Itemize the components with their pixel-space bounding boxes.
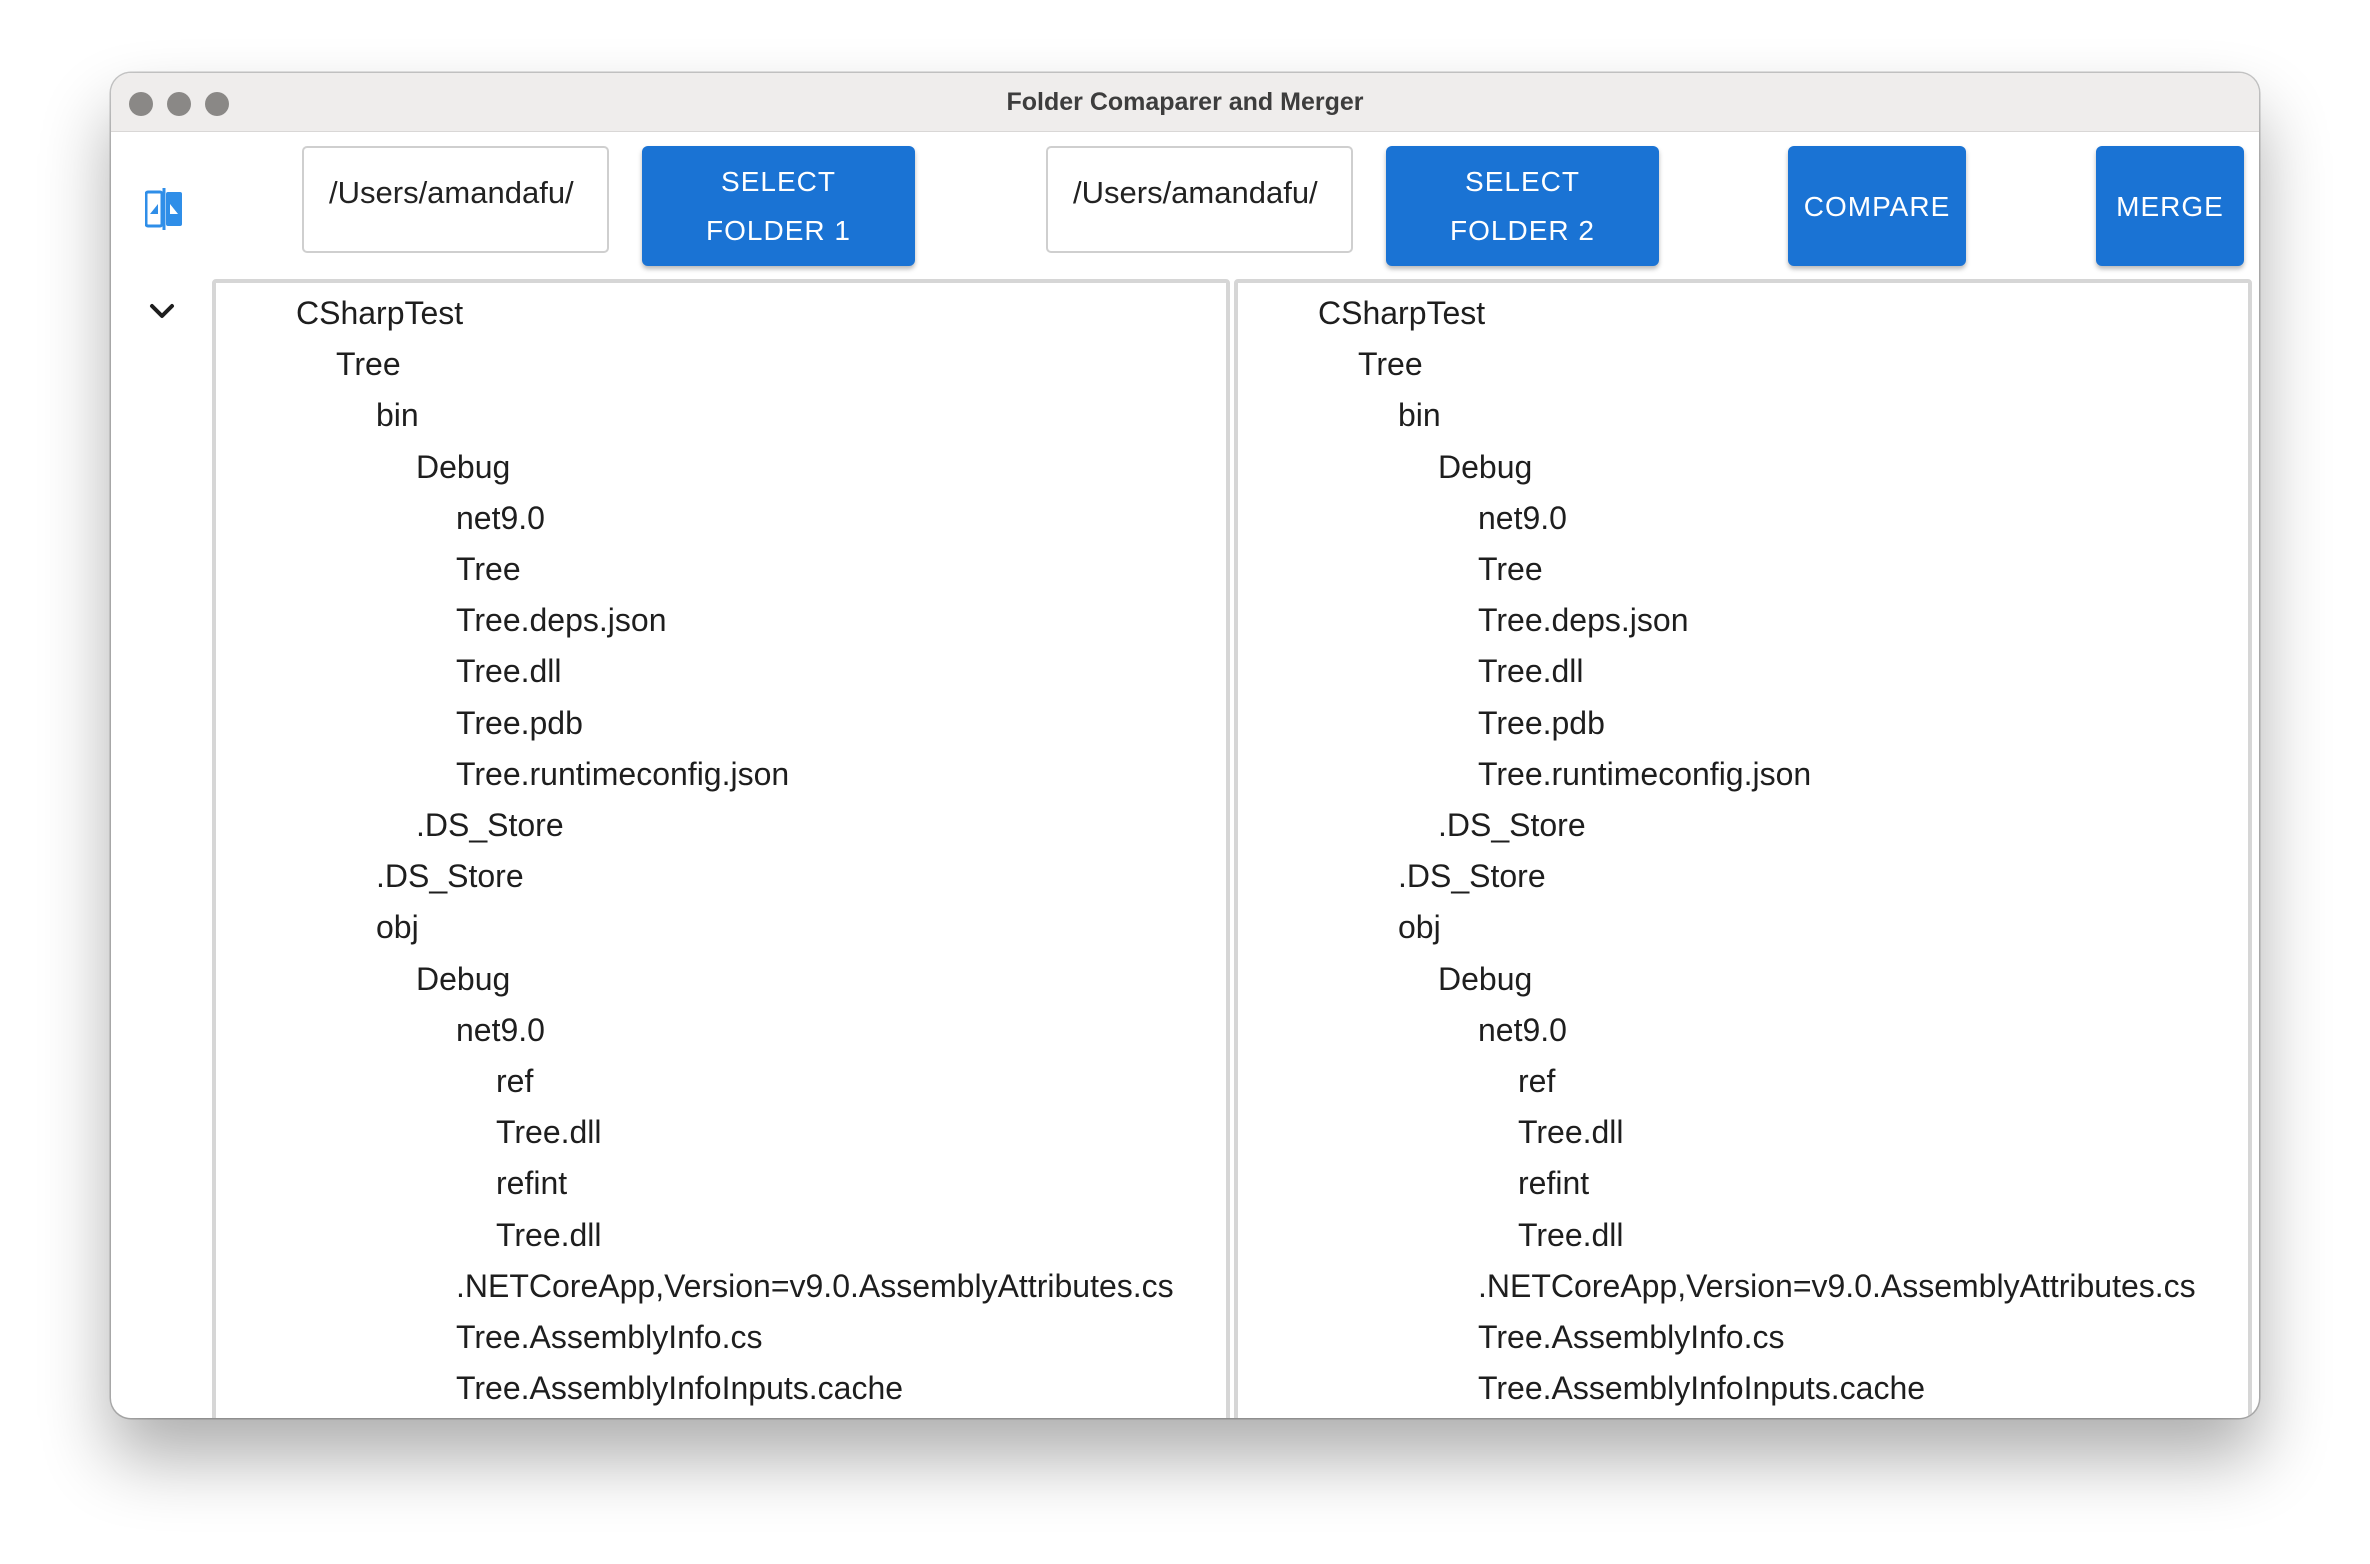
tree-node[interactable]: .DS_Store — [1398, 851, 1546, 902]
tree-node[interactable]: Tree.pdb — [456, 698, 583, 749]
compare-button[interactable]: COMPARE — [1788, 146, 1966, 266]
left-folder-tree-pane[interactable]: CSharpTest Tree bin Debug net9.0 Tree Tree.dep… — [212, 279, 1230, 1418]
select-folder1-label-line1: SELECT — [721, 166, 836, 197]
tree-node[interactable]: Tree.AssemblyInfoInputs.cache — [456, 1363, 903, 1414]
select-folder2-button[interactable]: SELECT FOLDER 2 — [1386, 146, 1659, 266]
tree-node[interactable]: Tree.deps.json — [456, 595, 666, 646]
tree-node[interactable]: Tree.pdb — [1478, 698, 1605, 749]
tree-node[interactable]: ref — [1518, 1056, 1555, 1107]
folder2-path-input[interactable] — [1048, 148, 1351, 251]
tree-node[interactable]: ref — [496, 1056, 533, 1107]
tree-node[interactable]: Tree — [456, 544, 521, 595]
tree-node[interactable]: bin — [376, 390, 419, 441]
tree-node[interactable]: obj — [376, 902, 419, 953]
tree-node[interactable]: Tree.dll — [1478, 646, 1584, 697]
folder1-path-field[interactable] — [302, 146, 609, 253]
tree-node[interactable]: Tree.dll — [496, 1210, 602, 1261]
tree-node[interactable]: refint — [1518, 1158, 1589, 1209]
tree-node[interactable]: .NETCoreApp,Version=v9.0.AssemblyAttribu… — [1478, 1261, 2196, 1312]
tree-node[interactable]: Tree — [1478, 544, 1543, 595]
tree-node[interactable]: net9.0 — [1478, 1005, 1567, 1056]
title-bar: Folder Comaparer and Merger — [111, 73, 2259, 132]
folder2-path-field[interactable] — [1046, 146, 1353, 253]
tree-node[interactable]: .DS_Store — [376, 851, 524, 902]
select-folder1-label-line2: FOLDER 1 — [706, 215, 851, 246]
tree-node[interactable]: Tree.dll — [1518, 1107, 1624, 1158]
tree-node[interactable]: Tree.AssemblyInfoInputs.cache — [1478, 1363, 1925, 1414]
select-folder1-button[interactable]: SELECT FOLDER 1 — [642, 146, 915, 266]
select-folder2-label-line1: SELECT — [1465, 166, 1580, 197]
tree-node[interactable]: .NETCoreApp,Version=v9.0.AssemblyAttribu… — [456, 1261, 1174, 1312]
tree-node[interactable]: Tree.runtimeconfig.json — [1478, 749, 1811, 800]
tree-node[interactable]: refint — [496, 1158, 567, 1209]
tree-node[interactable]: Tree.dll — [456, 646, 562, 697]
folder1-path-input[interactable] — [304, 148, 607, 251]
merge-label: MERGE — [2116, 190, 2224, 222]
tree-node[interactable]: net9.0 — [456, 493, 545, 544]
window-title: Folder Comaparer and Merger — [1006, 88, 1364, 116]
tree-node[interactable]: net9.0 — [1478, 493, 1567, 544]
tree-node[interactable]: Tree.dll — [496, 1107, 602, 1158]
tree-node[interactable]: Tree.AssemblyInfo.cs — [1478, 1312, 1784, 1363]
tree-node[interactable]: Tree.AssemblyInfo.cs — [456, 1312, 762, 1363]
tree-node[interactable]: CSharpTest — [1318, 288, 1485, 339]
tree-node[interactable]: Tree — [1358, 339, 1423, 390]
tree-node[interactable]: bin — [1398, 390, 1441, 441]
tree-node[interactable]: .DS_Store — [416, 800, 564, 851]
tree-node[interactable]: Debug — [416, 442, 510, 493]
tree-node[interactable]: CSharpTest — [296, 288, 463, 339]
tree-node[interactable]: Tree.deps.json — [1478, 595, 1688, 646]
tree-node[interactable]: Tree.dll — [1518, 1210, 1624, 1261]
tree-node[interactable]: .DS_Store — [1438, 800, 1586, 851]
merge-button[interactable]: MERGE — [2096, 146, 2244, 266]
app-window: Folder Comaparer and Merger SELECT FOLDE… — [111, 73, 2259, 1418]
select-folder2-label-line2: FOLDER 2 — [1450, 215, 1595, 246]
tree-node[interactable]: Debug — [1438, 442, 1532, 493]
tree-node[interactable]: net9.0 — [456, 1005, 545, 1056]
tree-node[interactable]: obj — [1398, 902, 1441, 953]
chevron-down-icon[interactable] — [148, 302, 176, 320]
tree-node[interactable]: Debug — [416, 954, 510, 1005]
compare-label: COMPARE — [1803, 190, 1951, 222]
tree-node[interactable]: Tree — [336, 339, 401, 390]
tree-node[interactable]: Tree.runtimeconfig.json — [456, 749, 789, 800]
compare-panels-icon[interactable] — [145, 187, 183, 231]
tree-node[interactable]: Debug — [1438, 954, 1532, 1005]
right-folder-tree-pane[interactable]: CSharpTest Tree bin Debug net9.0 Tree Tree.dep… — [1234, 279, 2252, 1418]
